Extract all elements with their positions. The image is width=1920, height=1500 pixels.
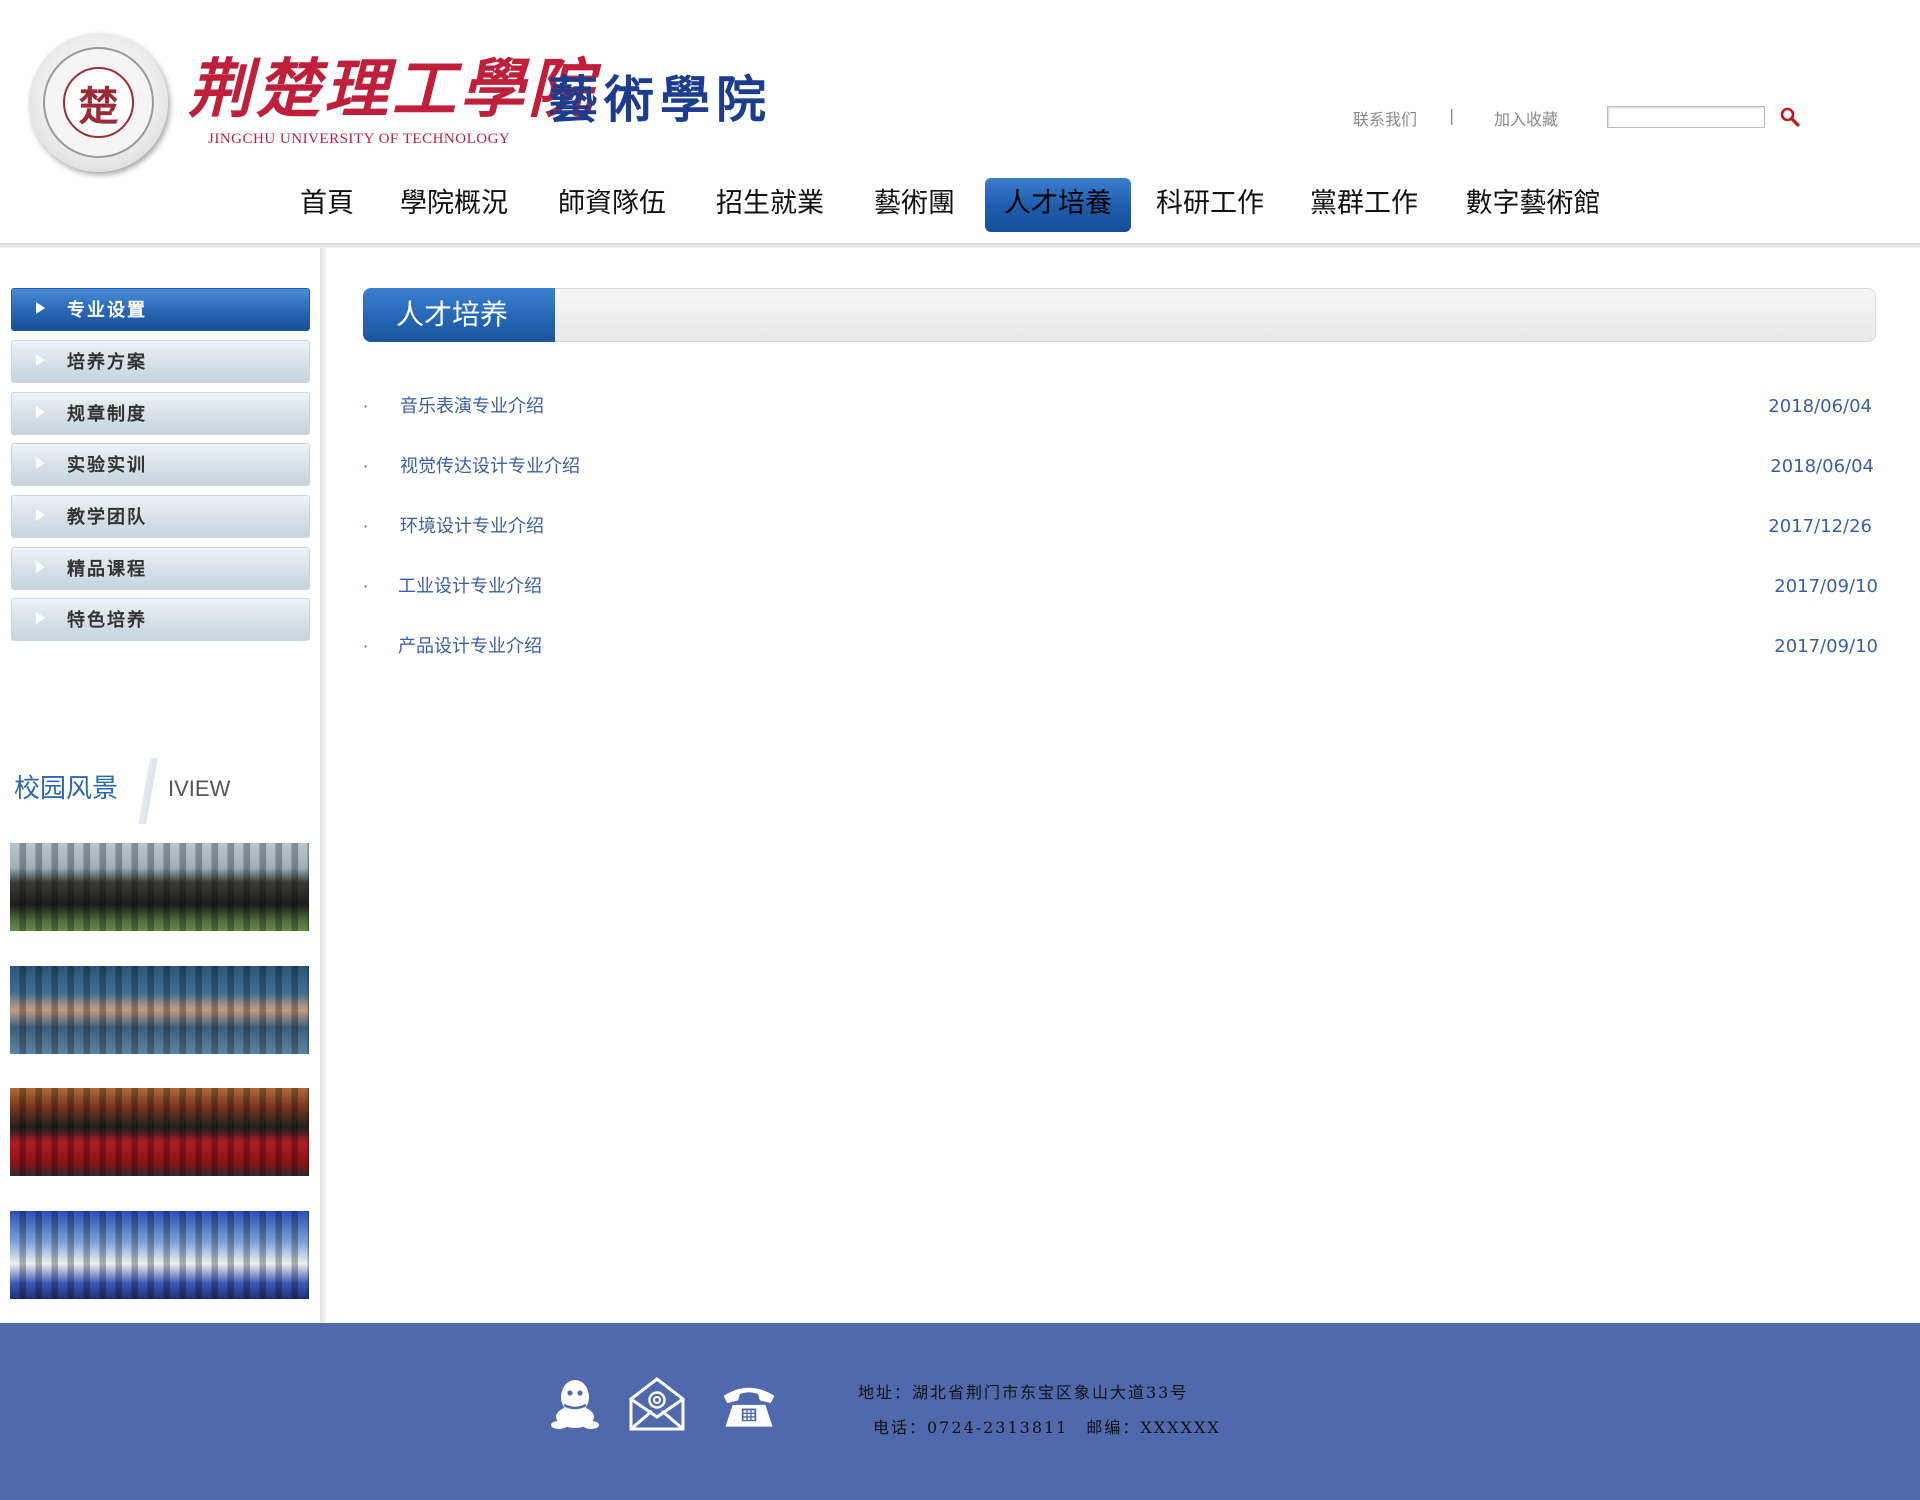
sidebar-item-regulations[interactable]: 规章制度 (11, 392, 310, 435)
sidebar-item-teaching-team[interactable]: 教学团队 (11, 495, 310, 538)
contact-us-link[interactable]: 联系我们 (1353, 106, 1417, 130)
news-item: · 环境设计专业介绍 2017/12/26 (363, 512, 1878, 542)
email-icon[interactable] (628, 1375, 686, 1433)
campus-photo-military-training[interactable] (10, 966, 309, 1054)
school-english-name: JINGCHU UNIVERSITY OF TECHNOLOGY (208, 131, 511, 147)
nav-admissions-employment[interactable]: 招生就業 (711, 178, 829, 232)
sidebar-item-label: 教学团队 (67, 507, 147, 528)
menu-arrow-icon (36, 302, 45, 314)
nav-research[interactable]: 科研工作 (1151, 178, 1269, 232)
sidebar-item-label: 实验实训 (67, 455, 147, 476)
news-date: 2017/09/10 (1774, 576, 1878, 597)
menu-arrow-icon (36, 457, 45, 469)
news-date: 2018/06/04 (1768, 396, 1872, 417)
sidebar-item-featured-training[interactable]: 特色培养 (11, 598, 310, 641)
add-bookmark-link[interactable]: 加入收藏 (1494, 106, 1558, 130)
campus-scenery-title: 校园风景 (14, 774, 119, 804)
nav-art-troupe[interactable]: 藝術團 (869, 178, 960, 232)
campus-photo-stage-performance[interactable] (10, 1211, 309, 1299)
nav-faculty[interactable]: 師資隊伍 (553, 178, 671, 232)
sidebar-item-label: 规章制度 (67, 404, 147, 425)
news-title-link[interactable]: 视觉传达设计专业介绍 (400, 452, 580, 482)
footer-address: 地址：湖北省荆门市东宝区象山大道33号 (858, 1383, 1189, 1402)
news-date: 2018/06/04 (1770, 456, 1874, 477)
nav-talent-cultivation[interactable]: 人才培養 (985, 178, 1131, 232)
news-title-link[interactable]: 音乐表演专业介绍 (400, 392, 544, 422)
sidebar: 专业设置 培养方案 规章制度 实验实训 教学团队 精品课程 特色培养 校园风景 … (0, 248, 322, 1323)
telephone-icon[interactable] (720, 1375, 778, 1433)
site-header: 楚 荆楚理工學院 JINGCHU UNIVERSITY OF TECHNOLOG… (0, 0, 1920, 243)
news-title-link[interactable]: 工业设计专业介绍 (398, 572, 542, 602)
college-name: 藝術學院 (548, 70, 772, 129)
sidebar-divider (320, 248, 326, 1323)
sidebar-item-quality-courses[interactable]: 精品课程 (11, 547, 310, 590)
sidebar-item-lab-training[interactable]: 实验实训 (11, 443, 310, 486)
news-title-link[interactable]: 环境设计专业介绍 (400, 512, 544, 542)
site-footer: 地址：湖北省荆门市东宝区象山大道33号 电话：0724-2313811 邮编：X… (0, 1323, 1920, 1500)
bullet: · (363, 397, 369, 416)
news-item: · 视觉传达设计专业介绍 2018/06/04 (363, 452, 1878, 482)
news-date: 2017/09/10 (1774, 636, 1878, 657)
seal-center: 楚 (63, 67, 134, 138)
link-separator: | (1449, 106, 1455, 125)
nav-party-work[interactable]: 黨群工作 (1305, 178, 1423, 232)
sidebar-item-label: 特色培养 (67, 610, 147, 631)
school-name-logo[interactable]: 荆楚理工學院 (188, 52, 596, 128)
photo-detail (10, 843, 309, 931)
seal-char: 楚 (78, 82, 119, 130)
menu-arrow-icon (36, 354, 45, 366)
news-title-link[interactable]: 产品设计专业介绍 (398, 632, 542, 662)
news-item: · 产品设计专业介绍 2017/09/10 (363, 632, 1878, 662)
search-input[interactable] (1607, 106, 1765, 128)
photo-detail (10, 1211, 309, 1299)
campus-photo-graduation[interactable] (10, 843, 309, 931)
menu-arrow-icon (36, 612, 45, 624)
photo-detail (10, 1088, 309, 1176)
menu-arrow-icon (36, 509, 45, 521)
sidebar-item-label: 培养方案 (67, 352, 147, 373)
section-title-bar (363, 288, 1876, 342)
sidebar-item-training-plan[interactable]: 培养方案 (11, 340, 310, 383)
sidebar-item-label: 专业设置 (67, 300, 147, 321)
menu-arrow-icon (36, 406, 45, 418)
section-title: 人才培养 (396, 298, 509, 331)
footer-contact: 电话：0724-2313811 邮编：XXXXXX (873, 1418, 1221, 1437)
nav-digital-art-gallery[interactable]: 數字藝術館 (1460, 178, 1606, 232)
news-item: · 音乐表演专业介绍 2018/06/04 (363, 392, 1878, 422)
bullet: · (363, 457, 369, 476)
bullet: · (363, 517, 369, 536)
school-seal-logo[interactable]: 楚 (29, 33, 168, 172)
nav-college-overview[interactable]: 學院概況 (395, 178, 513, 232)
news-date: 2017/12/26 (1768, 516, 1872, 537)
qq-icon[interactable] (546, 1375, 604, 1433)
menu-arrow-icon (36, 561, 45, 573)
bullet: · (363, 577, 369, 596)
sidebar-item-major-settings[interactable]: 专业设置 (11, 288, 310, 331)
nav-home[interactable]: 首頁 (295, 178, 359, 232)
title-slash-decoration (128, 758, 168, 824)
bullet: · (363, 637, 369, 656)
campus-scenery-subtitle: IVIEW (168, 776, 231, 801)
news-item: · 工业设计专业介绍 2017/09/10 (363, 572, 1878, 602)
campus-photo-choir[interactable] (10, 1088, 309, 1176)
main-nav: 首頁 學院概況 師資隊伍 招生就業 藝術團 人才培養 科研工作 黨群工作 數字藝… (0, 178, 1920, 232)
sidebar-item-label: 精品课程 (67, 559, 147, 580)
photo-detail (10, 966, 309, 1054)
search-icon[interactable] (1778, 105, 1802, 129)
